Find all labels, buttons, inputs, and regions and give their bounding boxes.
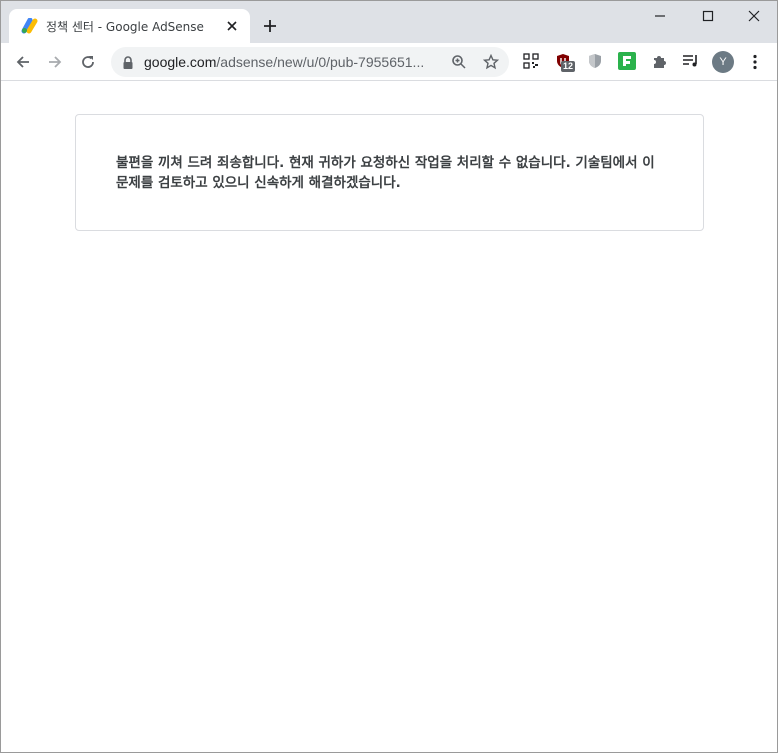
ublock-shield-icon[interactable]: 12 bbox=[553, 51, 576, 72]
error-card: 불편을 끼쳐 드려 죄송합니다. 현재 귀하가 요청하신 작업을 처리할 수 없… bbox=[75, 114, 704, 231]
reload-button[interactable] bbox=[75, 49, 101, 75]
extension-badge: 12 bbox=[561, 61, 576, 72]
new-tab-button[interactable] bbox=[259, 15, 281, 37]
close-tab-icon[interactable] bbox=[224, 18, 240, 34]
browser-window: 정책 센터 - Google AdSense google.com/adsens… bbox=[0, 0, 778, 753]
error-message: 불편을 끼쳐 드려 죄송합니다. 현재 귀하가 요청하신 작업을 처리할 수 없… bbox=[116, 155, 655, 191]
active-tab[interactable]: 정책 센터 - Google AdSense bbox=[9, 9, 250, 43]
zoom-icon[interactable] bbox=[449, 52, 469, 72]
browser-toolbar: google.com/adsense/new/u/0/pub-7955651..… bbox=[1, 43, 777, 81]
minimize-button[interactable] bbox=[637, 1, 683, 31]
media-queue-icon[interactable] bbox=[681, 51, 701, 71]
maximize-button[interactable] bbox=[685, 1, 731, 31]
qr-code-icon[interactable] bbox=[521, 51, 541, 71]
tab-title: 정책 센터 - Google AdSense bbox=[46, 20, 204, 34]
url-text[interactable]: google.com/adsense/new/u/0/pub-7955651..… bbox=[144, 54, 444, 70]
adsense-icon bbox=[21, 17, 39, 34]
lock-icon[interactable] bbox=[122, 55, 134, 69]
url-path: /adsense/new/u/0/pub-7955651... bbox=[216, 54, 425, 70]
forward-button[interactable] bbox=[42, 49, 68, 75]
address-bar[interactable]: google.com/adsense/new/u/0/pub-7955651..… bbox=[111, 47, 509, 77]
extensions-puzzle-icon[interactable] bbox=[649, 51, 669, 71]
bookmark-star-icon[interactable] bbox=[481, 52, 501, 72]
feedly-icon[interactable] bbox=[617, 51, 637, 71]
page-content: 불편을 끼쳐 드려 죄송합니다. 현재 귀하가 요청하신 작업을 처리할 수 없… bbox=[1, 81, 777, 752]
menu-kebab-icon[interactable] bbox=[746, 51, 764, 73]
privacy-shield-icon[interactable] bbox=[585, 51, 605, 71]
profile-avatar[interactable]: Y bbox=[712, 51, 734, 73]
tab-strip: 정책 센터 - Google AdSense bbox=[1, 1, 777, 43]
close-window-button[interactable] bbox=[731, 1, 777, 31]
url-host: google.com bbox=[144, 54, 217, 70]
back-button[interactable] bbox=[10, 49, 36, 75]
